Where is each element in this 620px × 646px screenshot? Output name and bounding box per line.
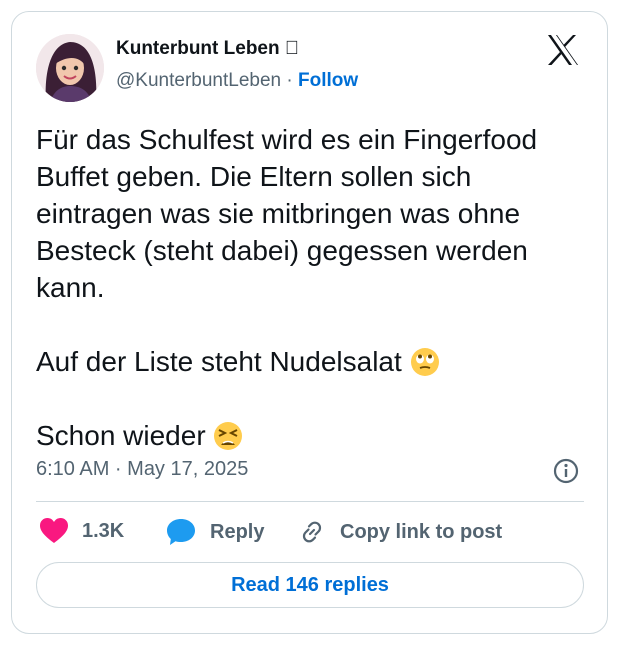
- eye-roll-emoji-icon: [410, 347, 440, 377]
- reply-bubble-icon: [167, 519, 195, 545]
- follow-button[interactable]: Follow: [298, 70, 358, 91]
- tired-face-emoji-icon: [213, 421, 243, 451]
- post-paragraph-1: Für das Schulfest wird es ein Fingerfood…: [36, 124, 538, 303]
- copy-link-button[interactable]: Copy link to post: [298, 518, 502, 546]
- author-name[interactable]: Kunterbunt Leben  : [116, 38, 299, 60]
- reply-label: Reply: [210, 520, 265, 543]
- reply-button[interactable]: Reply: [166, 518, 264, 546]
- post-paragraph-2: Auf der Liste steht Nudelsalat: [36, 346, 402, 377]
- heart-icon: [40, 518, 68, 543]
- avatar[interactable]: [36, 34, 104, 102]
- post-text: Für das Schulfest wird es ein Fingerfood…: [36, 121, 586, 454]
- like-button[interactable]: 1.3K: [40, 518, 124, 544]
- post-timestamp[interactable]: 6:10 AM · May 17, 2025: [36, 458, 248, 481]
- link-icon: [302, 521, 322, 543]
- divider: [36, 501, 584, 502]
- author-handle-row: @KunterbuntLeben · Follow: [116, 70, 358, 92]
- post-paragraph-3: Schon wieder: [36, 420, 206, 451]
- read-replies-label: Read 146 replies: [231, 573, 389, 596]
- x-logo-icon[interactable]: [546, 34, 580, 66]
- author-handle[interactable]: @KunterbuntLeben: [116, 70, 281, 91]
- separator: ·: [286, 70, 293, 91]
- copy-link-label: Copy link to post: [340, 520, 503, 543]
- like-count: 1.3K: [82, 519, 125, 542]
- read-replies-button[interactable]: Read 146 replies: [36, 562, 584, 608]
- info-icon[interactable]: [553, 458, 579, 484]
